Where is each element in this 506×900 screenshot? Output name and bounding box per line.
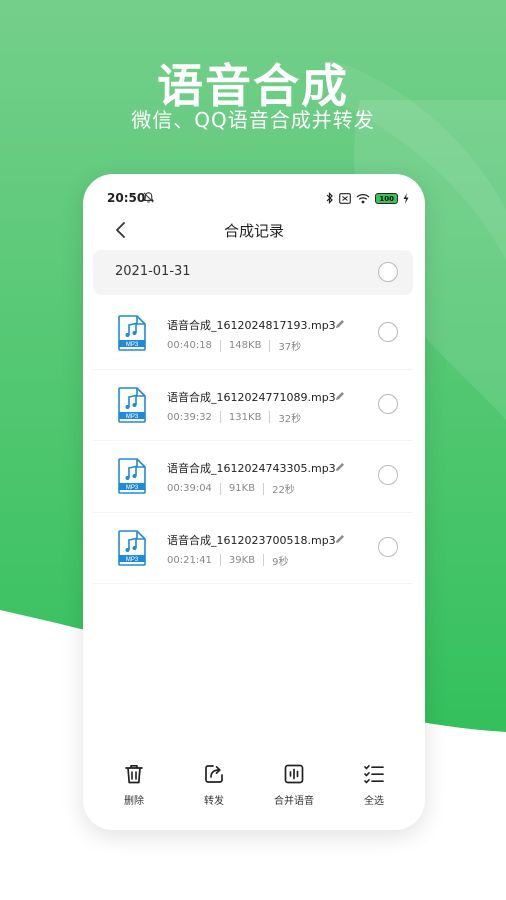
file-select-radio[interactable] xyxy=(378,465,398,485)
status-icons: 100 xyxy=(326,191,409,205)
file-size: 91KB xyxy=(228,483,256,494)
status-time: 20:50 xyxy=(107,191,146,205)
file-meta: 00:39:32 131KB 32秒 xyxy=(167,410,301,425)
file-badge: MP3 xyxy=(126,413,139,419)
select-all-label: 全选 xyxy=(364,796,384,807)
file-size: 148KB xyxy=(228,340,262,351)
pencil-icon[interactable] xyxy=(334,390,346,402)
trash-icon xyxy=(125,764,143,784)
mp3-file-icon: MP3 xyxy=(118,315,146,351)
forward-label: 转发 xyxy=(204,796,224,807)
file-badge: MP3 xyxy=(126,342,139,348)
file-time: 00:21:41 xyxy=(167,554,212,566)
file-select-radio[interactable] xyxy=(378,536,398,557)
file-badge: MP3 xyxy=(126,485,139,491)
nav-bar: 合成记录 xyxy=(83,214,425,246)
hero-subtitle: 微信、QQ语音合成并转发 xyxy=(131,108,375,132)
charging-icon xyxy=(403,192,409,204)
merge-voice-button[interactable]: 合并语音 xyxy=(259,762,329,812)
list-item[interactable]: MP3 语音合成_1612024817193.mp3 00:40:18 148K… xyxy=(93,298,413,370)
forward-button[interactable]: 转发 xyxy=(179,762,249,812)
meta-divider xyxy=(269,339,271,352)
file-meta: 00:21:41 39KB 9秒 xyxy=(167,553,288,568)
file-name: 语音合成_1612023700518.mp3 xyxy=(167,533,336,547)
pencil-icon[interactable] xyxy=(334,461,346,473)
file-duration: 9秒 xyxy=(272,556,289,568)
file-size: 39KB xyxy=(228,554,256,566)
list-item[interactable]: MP3 语音合成_1612024771089.mp3 00:39:32 131K… xyxy=(93,370,413,441)
meta-divider xyxy=(219,411,221,423)
checklist-icon xyxy=(364,765,384,784)
meta-divider xyxy=(219,482,221,495)
list-item[interactable]: MP3 语音合成_1612024743305.mp3 00:39:04 91KB… xyxy=(93,441,413,513)
share-icon xyxy=(205,765,223,783)
meta-divider xyxy=(269,411,271,423)
bluetooth-icon xyxy=(326,192,334,204)
merge-audio-icon xyxy=(284,764,304,784)
file-duration: 37秒 xyxy=(278,342,302,353)
meta-divider xyxy=(219,339,221,352)
mp3-file-icon: MP3 xyxy=(118,529,146,566)
file-size: 131KB xyxy=(228,411,262,423)
file-duration: 32秒 xyxy=(278,413,302,425)
group-select-radio[interactable] xyxy=(378,262,398,282)
date-group-header: 2021-01-31 xyxy=(93,250,413,295)
group-date: 2021-01-31 xyxy=(115,264,191,279)
pencil-icon[interactable] xyxy=(334,533,346,545)
sim-icon xyxy=(339,192,352,204)
file-meta: 00:40:18 148KB 37秒 xyxy=(167,338,301,353)
file-select-radio[interactable] xyxy=(378,393,398,414)
file-time: 00:40:18 xyxy=(167,340,212,351)
file-select-radio[interactable] xyxy=(378,322,398,342)
meta-divider xyxy=(219,554,221,566)
file-time: 00:39:04 xyxy=(167,483,212,494)
mp3-file-icon: MP3 xyxy=(118,386,146,423)
file-name: 语音合成_1612024743305.mp3 xyxy=(167,462,336,475)
select-all-button[interactable]: 全选 xyxy=(339,762,409,812)
battery-indicator: 100 xyxy=(375,192,398,204)
meta-divider xyxy=(263,482,265,495)
pencil-icon[interactable] xyxy=(334,318,346,330)
wifi-icon xyxy=(356,193,370,203)
list-item[interactable]: MP3 语音合成_1612023700518.mp3 00:21:41 39KB… xyxy=(93,513,413,584)
mp3-file-icon: MP3 xyxy=(118,458,146,494)
file-name: 语音合成_1612024817193.mp3 xyxy=(167,319,336,332)
muted-bell-icon xyxy=(143,192,154,203)
file-list: MP3 语音合成_1612024817193.mp3 00:40:18 148K… xyxy=(93,298,413,584)
delete-button[interactable]: 删除 xyxy=(99,762,169,812)
file-name: 语音合成_1612024771089.mp3 xyxy=(167,390,336,404)
page-title: 合成记录 xyxy=(223,222,284,240)
file-badge: MP3 xyxy=(126,556,139,562)
delete-label: 删除 xyxy=(124,796,144,807)
file-duration: 22秒 xyxy=(272,485,295,496)
merge-voice-label: 合并语音 xyxy=(274,796,314,807)
meta-divider xyxy=(263,554,265,566)
phone-screen: 20:50 100 合成记录 2021-01-31 MP3 语音合成_16120… xyxy=(83,174,425,830)
file-meta: 00:39:04 91KB 22秒 xyxy=(167,481,295,496)
file-time: 00:39:32 xyxy=(167,411,212,423)
bottom-toolbar: 删除 转发 合并语音 全选 xyxy=(83,762,425,812)
